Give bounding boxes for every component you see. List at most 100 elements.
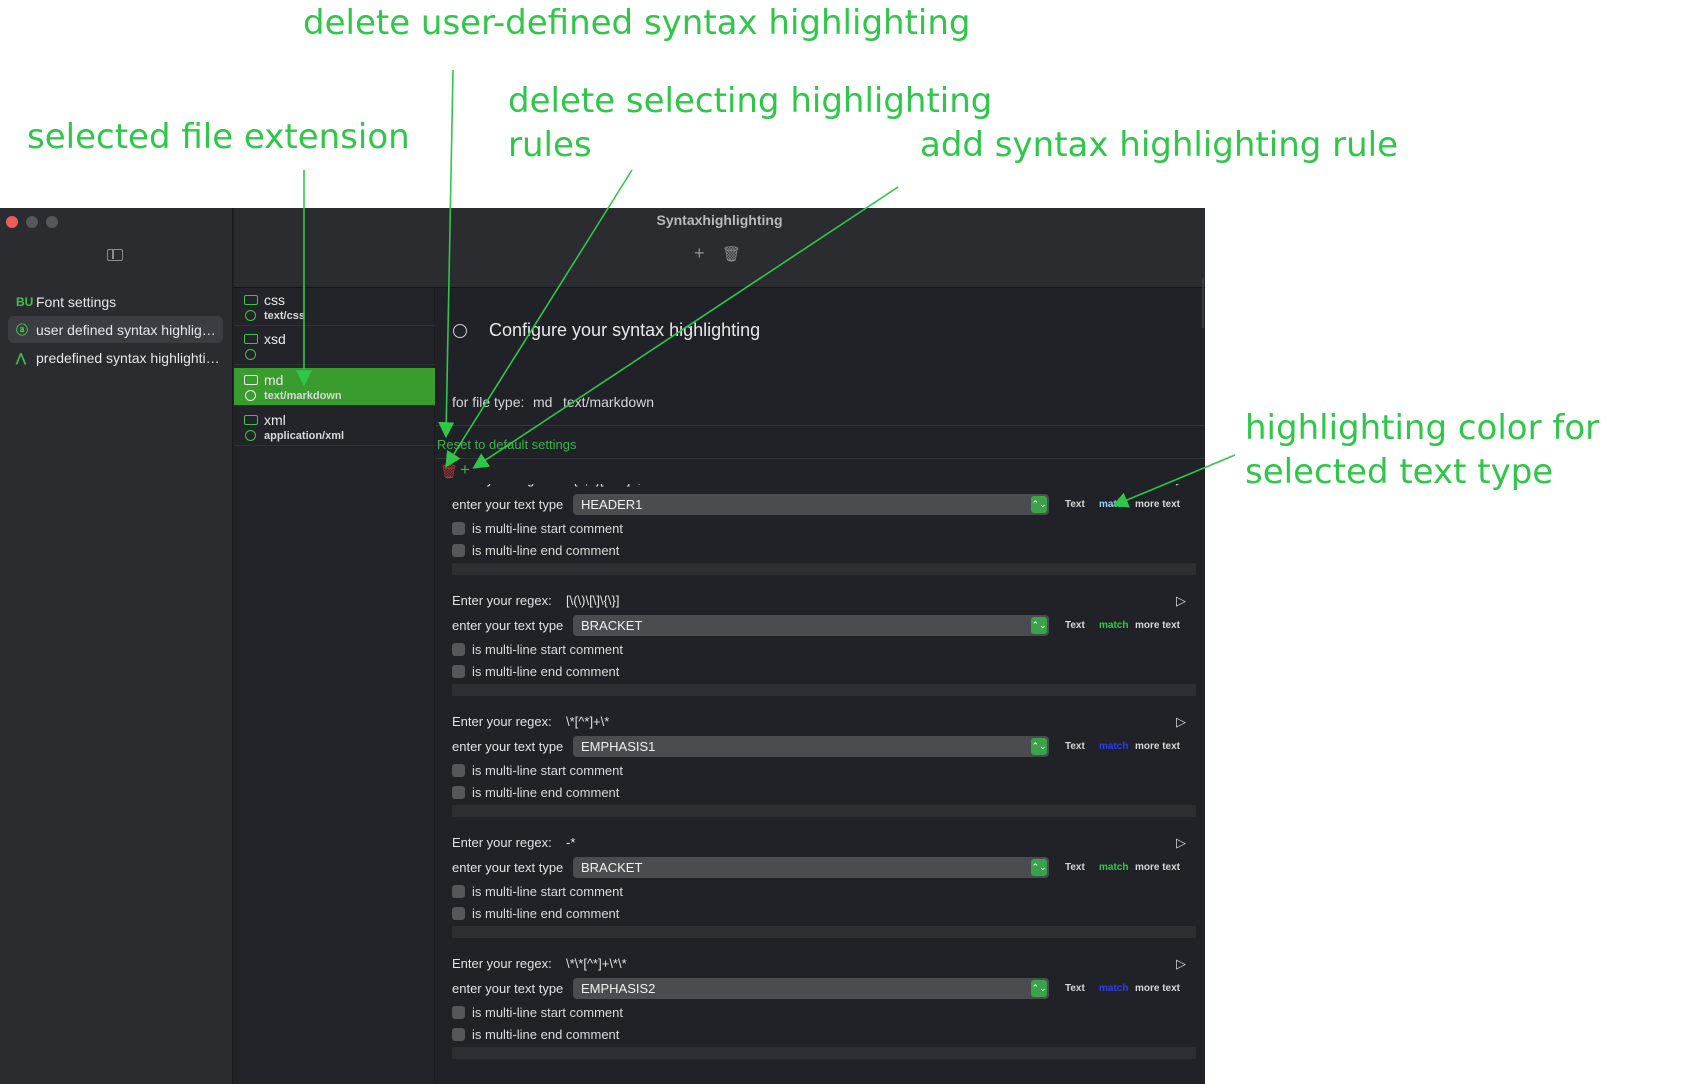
multi-line-start-checkbox[interactable]: is multi-line start comment [452,1005,623,1020]
close-window-button[interactable] [6,216,18,228]
annotation-delete-user-defined: delete user-defined syntax highlighting [303,3,971,43]
regex-label: Enter your regex: [452,956,552,971]
checkbox-label: is multi-line start comment [472,763,623,778]
rule-separator [452,1047,1196,1059]
multi-line-start-checkbox[interactable]: is multi-line start comment [452,763,623,778]
play-icon[interactable]: ▷ [1176,835,1186,851]
checkbox-label: is multi-line end comment [472,543,620,558]
text-type-select[interactable]: EMPHASIS1 ⌃⌄ [573,736,1049,757]
checkbox-icon [452,522,465,535]
extension-mime: text/css [264,310,305,322]
regex-input[interactable]: \*[^*]+\* [566,714,609,729]
checkbox-icon [452,786,465,799]
font-settings-icon: BU [16,294,34,309]
extension-name: md [264,372,284,388]
regex-input[interactable]: #{1,3}[\s\w]*$ [566,484,643,487]
check-circle-icon [245,430,256,441]
delete-user-defined-button[interactable]: 🗑 [722,245,741,263]
preview-more-text: more text [1135,499,1181,510]
multi-line-start-checkbox[interactable]: is multi-line start comment [452,521,623,536]
multi-line-end-checkbox[interactable]: is multi-line end comment [452,1027,619,1042]
extension-item-xml[interactable]: xml application/xml [234,408,435,446]
play-icon[interactable]: ▷ [1176,484,1186,488]
regex-input[interactable]: [\(\)\[\]\{\}] [566,593,619,608]
preview-text: Text [1065,620,1085,631]
text-type-value: BRACKET [581,860,643,875]
folder-icon [244,334,258,344]
regex-input[interactable]: -* [566,835,575,850]
preview-text: Text [1065,983,1085,994]
text-type-value: EMPHASIS1 [581,739,656,754]
maximize-window-button[interactable] [46,216,58,228]
check-circle-icon [245,390,256,401]
multi-line-start-checkbox[interactable]: is multi-line start comment [452,884,623,899]
preview-more-text: more text [1135,741,1181,752]
check-circle-icon [245,310,256,321]
checkbox-icon [452,907,465,920]
text-type-label: enter your text type [452,739,564,754]
annotation-selected-ext: selected file extension [27,117,410,157]
add-rule-button[interactable]: + [460,460,470,480]
play-icon[interactable]: ▷ [1176,714,1186,730]
multi-line-end-checkbox[interactable]: is multi-line end comment [452,906,619,921]
preview-match: match [1099,862,1129,873]
rule-separator [452,563,1196,575]
multi-line-end-checkbox[interactable]: is multi-line end comment [452,543,619,558]
extension-mime: text/markdown [264,390,342,402]
text-type-value: BRACKET [581,618,643,633]
delete-rules-button[interactable]: 🗑 [440,463,458,480]
chevron-updown-icon: ⌃⌄ [1031,738,1047,755]
scrollbar[interactable] [1202,278,1204,328]
text-type-select[interactable]: EMPHASIS2 ⌃⌄ [573,978,1049,999]
sidebar-item-user-defined[interactable]: ⓐ user defined syntax highlighting [8,316,223,343]
extension-mime: application/xml [264,430,345,442]
predefined-icon: ⋀ [16,350,26,365]
user-defined-icon: ⓐ [16,323,29,337]
text-type-select[interactable]: BRACKET ⌃⌄ [573,615,1049,636]
reset-default-link[interactable]: Reset to default settings [437,437,576,452]
sidebar-item-predefined[interactable]: ⋀ predefined syntax highlighting [8,344,223,371]
preview-match: match [1099,499,1129,510]
sidebar-item-font-settings[interactable]: BU Font settings [8,288,223,315]
checkbox-label: is multi-line end comment [472,906,620,921]
extension-name: css [264,292,285,308]
multi-line-end-checkbox[interactable]: is multi-line end comment [452,664,619,679]
play-icon[interactable]: ▷ [1176,593,1186,609]
checkbox-label: is multi-line end comment [472,785,620,800]
minimize-window-button[interactable] [26,216,38,228]
regex-input[interactable]: \*\*[^*]+\*\* [566,956,627,971]
rule-item: Enter your regex: #{1,3}[\s\w]*$ ▷ enter yo… [436,484,1205,588]
checkbox-icon [452,885,465,898]
extension-list: css text/css xsd md text/markdown xml ap… [234,288,435,1084]
annotation-add-rule: add syntax highlighting rule [920,125,1399,165]
rule-separator [452,926,1196,938]
filetype-ext: md [533,394,553,410]
gear-icon [453,324,467,338]
regex-label: Enter your regex: [452,593,552,608]
play-icon[interactable]: ▷ [1176,956,1186,972]
rules-list[interactable]: Enter your regex: #{1,3}[\s\w]*$ ▷ enter yo… [436,484,1205,1084]
preview-match: match [1099,741,1129,752]
add-syntax-highlighting-button[interactable]: + [694,243,705,264]
extension-item-xsd[interactable]: xsd [234,327,435,365]
rule-item: Enter your regex: [\(\)\[\]\{\}] ▷ enter yo… [436,589,1205,709]
text-type-select[interactable]: BRACKET ⌃⌄ [573,857,1049,878]
text-type-value: HEADER1 [581,497,643,512]
preview-more-text: more text [1135,862,1181,873]
preview-more-text: more text [1135,620,1181,631]
sidebar-item-label: predefined syntax highlighting [36,349,221,366]
page-title: Configure your syntax highlighting [489,320,761,340]
check-circle-icon [245,349,256,360]
multi-line-start-checkbox[interactable]: is multi-line start comment [452,642,623,657]
window-title: Syntaxhighlighting [656,212,783,228]
chevron-updown-icon: ⌃⌄ [1031,496,1047,513]
chevron-updown-icon: ⌃⌄ [1031,617,1047,634]
text-type-select[interactable]: HEADER1 ⌃⌄ [573,494,1049,515]
chevron-updown-icon: ⌃⌄ [1031,980,1047,997]
extension-name: xml [264,412,286,428]
extension-item-css[interactable]: css text/css [234,288,435,326]
extension-item-md[interactable]: md text/markdown [234,368,435,406]
sidebar-toggle-icon[interactable] [107,249,123,261]
multi-line-end-checkbox[interactable]: is multi-line end comment [452,785,619,800]
checkbox-label: is multi-line start comment [472,521,623,536]
